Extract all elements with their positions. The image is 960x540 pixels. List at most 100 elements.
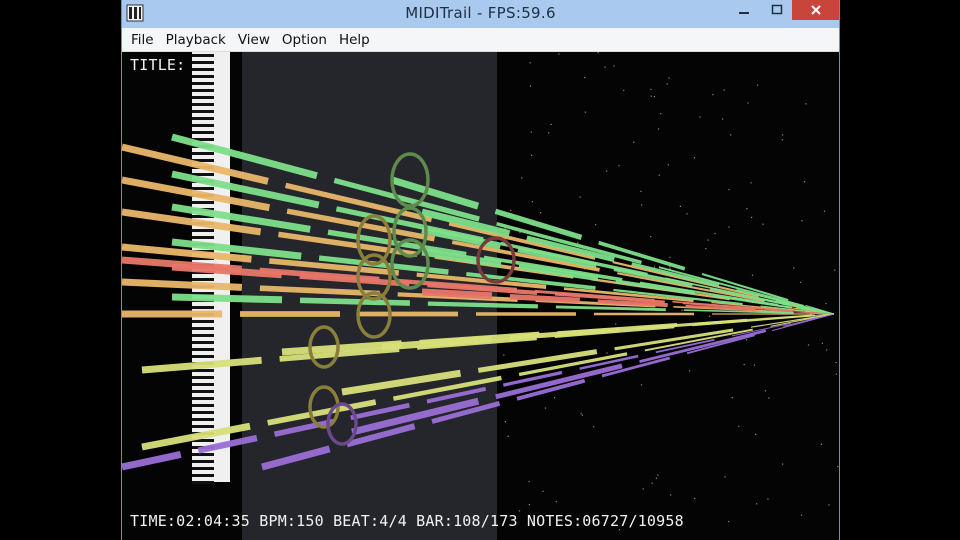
star <box>668 77 670 79</box>
star <box>595 224 597 226</box>
star <box>651 482 653 484</box>
star <box>618 165 620 167</box>
star <box>519 232 521 234</box>
star <box>750 182 752 184</box>
star <box>606 352 608 354</box>
star <box>679 205 681 207</box>
star <box>804 181 806 183</box>
star <box>782 463 784 465</box>
close-button[interactable] <box>792 0 839 20</box>
note-bar <box>509 293 580 304</box>
menu-view[interactable]: View <box>232 29 276 51</box>
star <box>640 190 642 192</box>
maximize-icon <box>771 4 783 15</box>
star <box>504 421 506 423</box>
star <box>613 65 615 67</box>
star <box>681 309 683 311</box>
star <box>686 213 688 215</box>
star <box>793 267 795 269</box>
star <box>756 503 758 505</box>
star <box>544 407 547 409</box>
menu-help[interactable]: Help <box>333 29 376 51</box>
star <box>751 274 754 276</box>
star <box>581 414 583 416</box>
star <box>800 514 803 516</box>
star <box>722 118 724 120</box>
black-key <box>192 110 214 113</box>
black-key <box>192 369 214 372</box>
star <box>667 164 669 166</box>
black-key <box>192 117 214 120</box>
star <box>714 232 716 235</box>
star <box>660 113 662 115</box>
star <box>746 208 748 210</box>
star <box>510 209 512 212</box>
star <box>604 66 606 68</box>
star <box>554 397 556 399</box>
star <box>579 196 581 198</box>
black-key <box>192 418 214 421</box>
menu-file[interactable]: File <box>125 29 160 51</box>
star <box>503 354 505 356</box>
black-key <box>192 397 214 400</box>
star <box>550 123 552 125</box>
black-key <box>192 474 214 477</box>
star <box>825 303 827 305</box>
star <box>781 134 784 136</box>
black-key <box>192 481 214 484</box>
black-key <box>192 96 214 99</box>
black-key <box>192 341 214 344</box>
star <box>548 132 550 134</box>
black-key <box>192 152 214 155</box>
star <box>577 242 579 244</box>
star <box>800 281 802 283</box>
maximize-button[interactable] <box>762 0 792 20</box>
star <box>730 134 732 136</box>
star <box>653 96 655 98</box>
star <box>835 362 837 364</box>
menu-playback[interactable]: Playback <box>160 29 232 51</box>
star <box>657 128 660 130</box>
star <box>753 364 756 366</box>
star <box>781 139 783 141</box>
star <box>751 216 753 218</box>
star <box>801 220 803 222</box>
star <box>650 95 652 97</box>
star <box>657 474 659 476</box>
minimize-button[interactable] <box>726 0 762 20</box>
star <box>805 103 807 105</box>
star <box>707 239 709 241</box>
star <box>731 397 733 399</box>
black-key <box>192 306 214 309</box>
star <box>767 498 769 500</box>
black-key <box>192 131 214 134</box>
star <box>728 226 730 228</box>
black-key <box>192 425 214 428</box>
black-key <box>192 75 214 78</box>
visualization-viewport[interactable]: TITLE: TIME:02:04:35 BPM:150 BEAT:4/4 BA… <box>122 52 839 540</box>
star <box>699 116 701 118</box>
star <box>666 83 668 85</box>
note-bar <box>122 450 182 471</box>
star <box>633 141 635 143</box>
hud-status: TIME:02:04:35 BPM:150 BEAT:4/4 BAR:108/1… <box>130 512 684 530</box>
title-bar[interactable]: MIDITrail - FPS:59.6 <box>122 0 839 28</box>
star <box>728 189 730 191</box>
star <box>529 85 532 87</box>
note-bar <box>421 288 493 300</box>
black-key <box>192 383 214 386</box>
star <box>835 373 837 375</box>
star <box>738 425 740 427</box>
black-key <box>192 89 214 92</box>
star <box>615 323 617 325</box>
close-icon <box>810 5 821 15</box>
star <box>530 131 532 133</box>
star <box>689 370 691 372</box>
menu-option[interactable]: Option <box>276 29 333 51</box>
star <box>723 89 725 91</box>
star <box>820 443 822 445</box>
star <box>606 170 608 172</box>
black-key <box>192 229 214 232</box>
black-key <box>192 460 214 463</box>
star <box>757 84 759 86</box>
